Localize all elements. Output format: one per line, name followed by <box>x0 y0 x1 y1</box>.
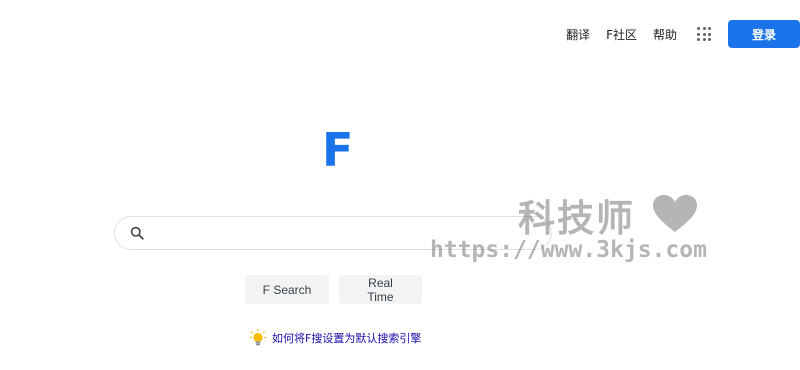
heart-icon <box>652 194 698 234</box>
f-search-button[interactable]: F Search <box>245 275 329 304</box>
real-time-button[interactable]: Real Time <box>339 275 422 304</box>
search-input[interactable] <box>154 218 535 248</box>
top-bar: 翻译 F社区 帮助 登录 <box>566 20 800 48</box>
search-box[interactable] <box>114 216 552 250</box>
logo: F <box>322 123 354 177</box>
default-search-tip: 如何将F搜设置为默认搜索引擎 <box>250 329 421 347</box>
nav-link-help[interactable]: 帮助 <box>653 26 677 43</box>
set-default-search-link[interactable]: 如何将F搜设置为默认搜索引擎 <box>272 330 421 346</box>
page: 翻译 F社区 帮助 登录 F F Search Real Time 如何将F搜设… <box>0 0 800 370</box>
search-icon[interactable] <box>130 226 144 240</box>
apps-grid-icon[interactable] <box>697 27 711 41</box>
nav-link-translate[interactable]: 翻译 <box>566 26 590 43</box>
search-buttons: F Search Real Time <box>245 275 422 304</box>
nav-link-community[interactable]: F社区 <box>606 26 637 43</box>
login-button[interactable]: 登录 <box>728 20 800 48</box>
lightbulb-icon <box>250 329 266 347</box>
